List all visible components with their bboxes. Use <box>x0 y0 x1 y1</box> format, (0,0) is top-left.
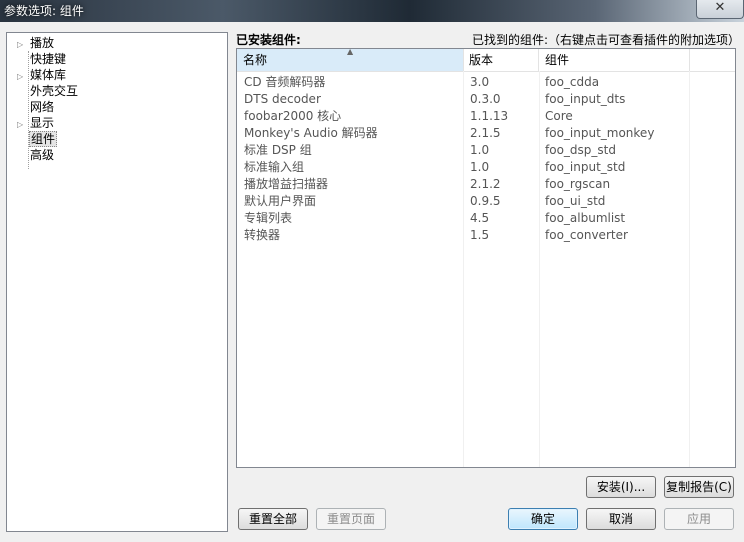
cancel-button[interactable]: 取消 <box>586 508 656 530</box>
column-component-label: 组件 <box>545 53 570 67</box>
tree-item[interactable]: 外壳交互 <box>17 83 79 99</box>
tree-item[interactable]: 快捷键 <box>17 51 67 67</box>
row-name-cell: 转换器 <box>244 228 281 242</box>
tree-item[interactable]: 高级 <box>17 147 55 163</box>
reset-page-button[interactable]: 重置页面 <box>316 508 386 530</box>
tree-item-label: 媒体库 <box>30 68 67 82</box>
row-version-cell: 1.1.13 <box>470 109 509 123</box>
window-title: 参数选项: 组件 <box>4 4 84 18</box>
tree-item-label: 组件 <box>29 131 58 147</box>
row-version-cell: 1.0 <box>470 143 490 157</box>
row-component-cell: foo_input_monkey <box>545 126 655 140</box>
found-components-hint: 已找到的组件:（右键点击可查看插件的附加选项） <box>472 33 741 47</box>
column-name-label: 名称 <box>243 53 268 67</box>
table-row[interactable]: Monkey's Audio 解码器 2.1.5 foo_input_monkey <box>237 125 735 142</box>
table-row[interactable]: 标准 DSP 组 1.0 foo_dsp_std <box>237 142 735 159</box>
table-row[interactable]: 播放增益扫描器 2.1.2 foo_rgscan <box>237 176 735 193</box>
row-component-cell: foo_rgscan <box>545 177 611 191</box>
tree-item[interactable]: ▷ 播放 <box>17 35 55 51</box>
row-version-cell: 2.1.5 <box>470 126 501 140</box>
preferences-dialog: ▷ 播放 快捷键 ▷ 媒体库 外壳交互 网络 ▷ 显示 组件 高级 已安装组件: 已找到的组件:（右… <box>0 22 744 542</box>
row-version-cell: 3.0 <box>470 75 490 89</box>
table-row[interactable]: 专辑列表 4.5 foo_albumlist <box>237 210 735 227</box>
row-name-cell: foobar2000 核心 <box>244 109 342 123</box>
close-icon: ✕ <box>714 0 726 15</box>
row-component-cell: foo_albumlist <box>545 211 626 225</box>
close-button[interactable]: ✕ <box>696 0 744 19</box>
apply-button[interactable]: 应用 <box>664 508 734 530</box>
tree-item-label: 网络 <box>30 100 55 114</box>
table-row[interactable]: DTS decoder 0.3.0 foo_input_dts <box>237 91 735 108</box>
table-row[interactable]: CD 音频解码器 3.0 foo_cdda <box>237 74 735 91</box>
tree-item[interactable]: ▷ 显示 <box>17 115 55 131</box>
row-component-cell: foo_ui_std <box>545 194 606 208</box>
row-name-cell: 标准输入组 <box>244 160 305 174</box>
row-component-cell: foo_input_std <box>545 160 626 174</box>
column-header-empty[interactable] <box>689 49 735 71</box>
tree-item[interactable]: ▷ 媒体库 <box>17 67 67 83</box>
row-version-cell: 4.5 <box>470 211 490 225</box>
row-version-cell: 2.1.2 <box>470 177 501 191</box>
row-name-cell: CD 音频解码器 <box>244 75 326 89</box>
installed-components-label: 已安装组件: <box>236 33 301 47</box>
column-header-name[interactable]: ▲ 名称 <box>237 49 464 71</box>
row-name-cell: DTS decoder <box>244 92 321 106</box>
row-version-cell: 1.0 <box>470 160 490 174</box>
tree-item-label: 外壳交互 <box>30 84 79 98</box>
row-name-cell: Monkey's Audio 解码器 <box>244 126 378 140</box>
table-row[interactable]: 默认用户界面 0.9.5 foo_ui_std <box>237 193 735 210</box>
row-component-cell: foo_dsp_std <box>545 143 616 157</box>
tree-item-label: 高级 <box>30 148 55 162</box>
tree-item-label: 快捷键 <box>30 52 67 66</box>
row-component-cell: foo_converter <box>545 228 628 242</box>
components-list[interactable]: ▲ 名称 版本 组件 CD 音频解码器 3.0 foo_cdda DTS decode… <box>236 48 736 468</box>
tree-item[interactable]: 网络 <box>17 99 55 115</box>
column-version-label: 版本 <box>469 53 494 67</box>
column-header-component[interactable]: 组件 <box>539 49 690 71</box>
tree-item[interactable]: 组件 <box>17 131 58 147</box>
tree-item-label: 显示 <box>30 116 55 130</box>
install-button[interactable]: 安装(I)... <box>586 476 656 498</box>
row-version-cell: 0.9.5 <box>470 194 501 208</box>
reset-all-button[interactable]: 重置全部 <box>238 508 308 530</box>
ok-button[interactable]: 确定 <box>508 508 578 530</box>
row-component-cell: foo_input_dts <box>545 92 626 106</box>
row-version-cell: 1.5 <box>470 228 490 242</box>
title-bar: 参数选项: 组件 ✕ <box>0 0 744 22</box>
row-name-cell: 标准 DSP 组 <box>244 143 312 157</box>
copy-report-button[interactable]: 复制报告(C) <box>664 476 734 498</box>
row-name-cell: 默认用户界面 <box>244 194 317 208</box>
table-row[interactable]: 转换器 1.5 foo_converter <box>237 227 735 244</box>
row-component-cell: foo_cdda <box>545 75 600 89</box>
table-row[interactable]: foobar2000 核心 1.1.13 Core <box>237 108 735 125</box>
table-row[interactable]: 标准输入组 1.0 foo_input_std <box>237 159 735 176</box>
tree-item-label: 播放 <box>30 36 55 50</box>
preferences-tree: ▷ 播放 快捷键 ▷ 媒体库 外壳交互网络 ▷ 显示 组件 高级 <box>6 32 228 532</box>
column-header-version[interactable]: 版本 <box>463 49 539 71</box>
row-name-cell: 专辑列表 <box>244 211 293 225</box>
row-version-cell: 0.3.0 <box>470 92 501 106</box>
row-name-cell: 播放增益扫描器 <box>244 177 329 191</box>
list-header: ▲ 名称 版本 组件 <box>237 49 735 72</box>
sort-ascending-icon: ▲ <box>347 48 354 56</box>
row-component-cell: Core <box>545 109 573 123</box>
